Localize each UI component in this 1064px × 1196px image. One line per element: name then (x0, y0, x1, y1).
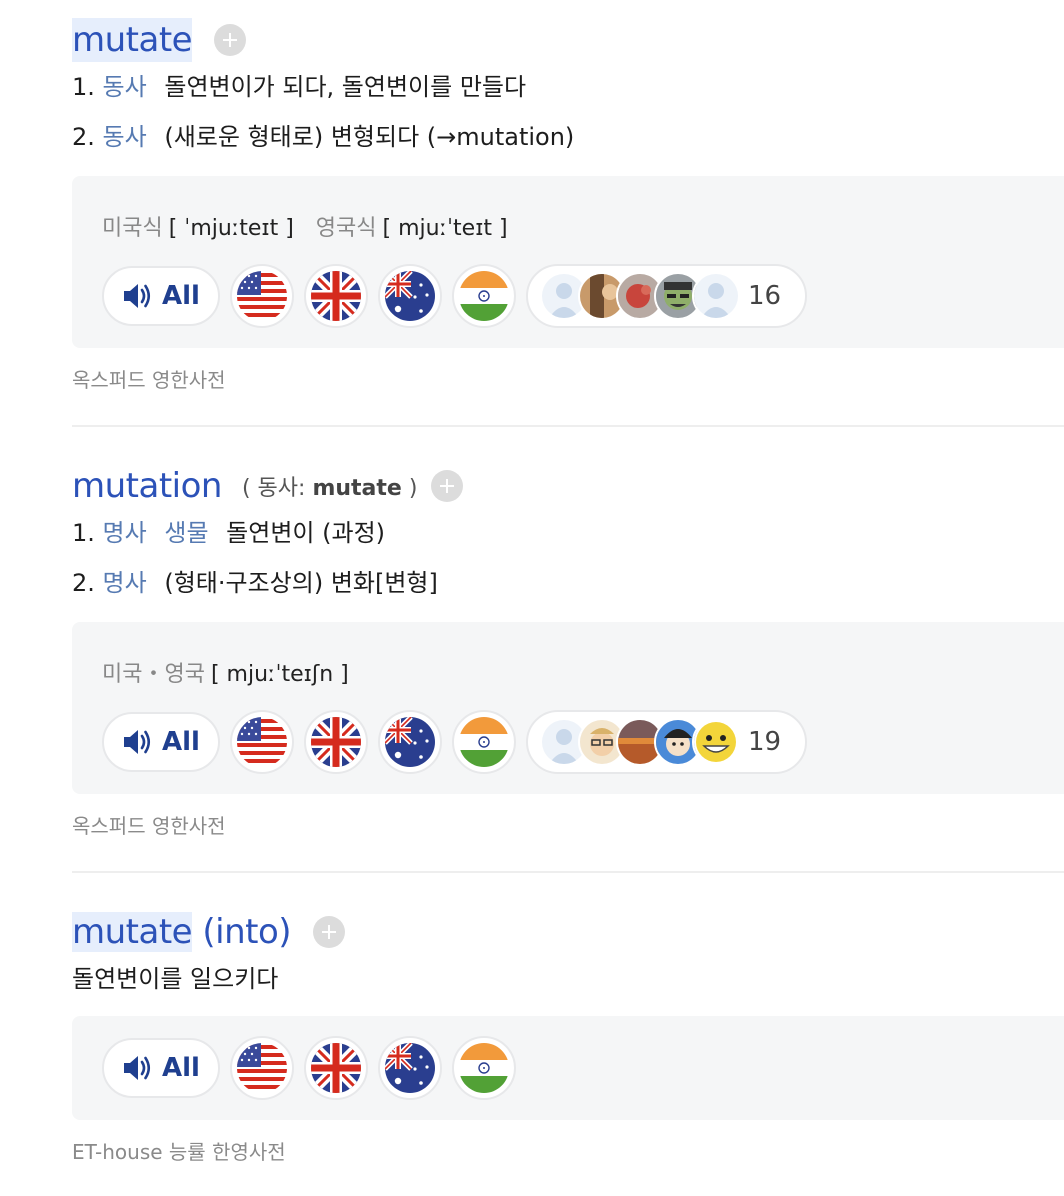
plus-icon[interactable] (214, 24, 247, 56)
part-of-speech: 명사 (102, 519, 147, 547)
dictionary-source: 옥스퍼드 영한사전 (72, 814, 226, 838)
pronunciation-line: 미국・영국[ mjuːˈteɪʃn ] (102, 656, 349, 688)
dictionary-source: ET-house 능률 한영사전 (72, 1140, 286, 1164)
part-of-speech: 명사 (102, 569, 147, 597)
audio-buttons: All 16 (102, 264, 808, 328)
us-ipa: [ ˈmjuːteɪt ] (168, 216, 294, 241)
uk-audio-button[interactable] (304, 264, 368, 328)
uk-audio-button[interactable] (304, 710, 368, 774)
related-close: ) (408, 476, 418, 501)
divider (72, 871, 1064, 873)
dictionary-entry: mutate 1. 동사 돌연변이가 되다, 돌연변이를 만들다 2. 동사 (… (72, 18, 1064, 162)
meaning-line: 1. 명사 생물 돌연변이 (과정) (72, 508, 1064, 558)
pronunciation-box: 미국・영국[ mjuːˈteɪʃn ] All 19 (72, 622, 1064, 794)
in-flag-icon (459, 717, 509, 767)
us-audio-button[interactable] (230, 264, 294, 328)
us-audio-button[interactable] (230, 710, 294, 774)
in-audio-button[interactable] (452, 710, 516, 774)
user-recordings-button[interactable]: 19 (526, 710, 808, 774)
au-audio-button[interactable] (378, 710, 442, 774)
audio-buttons: All (102, 1036, 516, 1100)
divider (72, 425, 1064, 427)
uk-flag-icon (311, 271, 361, 321)
meaning-line: 2. 명사 (형태·구조상의) 변화[변형] (72, 558, 1064, 608)
headword-highlight: mutate (72, 912, 193, 952)
uk-audio-button[interactable] (304, 1036, 368, 1100)
dictionary-entry: mutate (into) 돌연변이를 일으키다 (72, 910, 1064, 1004)
meaning-text: 돌연변이를 일으키다 (72, 965, 279, 993)
uk-ipa: [ mjuːˈteɪt ] (382, 216, 508, 241)
headword-link[interactable]: mutate (72, 18, 193, 62)
part-of-speech: 동사 (102, 73, 147, 101)
pronunciation-line: 미국식[ ˈmjuːteɪt ] 영국식[ mjuːˈteɪt ] (102, 210, 508, 242)
related-form: ( 동사: mutate ) (242, 470, 417, 502)
meaning-text: 돌연변이 (과정) (226, 519, 386, 547)
meaning-line: 돌연변이를 일으키다 (72, 954, 1064, 1004)
meaning-text: (새로운 형태로) 변형되다 (→mutation) (164, 123, 575, 151)
in-audio-button[interactable] (452, 264, 516, 328)
headword-suffix: (into) (192, 912, 292, 952)
au-flag-icon (385, 717, 435, 767)
speaker-icon (122, 728, 151, 756)
avatar (692, 718, 740, 766)
uk-flag-icon (311, 1043, 361, 1093)
user-count: 19 (748, 727, 782, 757)
play-all-button[interactable]: All (102, 1038, 220, 1098)
plus-icon[interactable] (431, 470, 464, 502)
us-label: 미국식 (102, 216, 163, 241)
meaning-number: 2. (72, 123, 95, 151)
play-all-label: All (162, 281, 200, 311)
us-flag-icon (237, 1043, 287, 1093)
meaning-number: 2. (72, 569, 95, 597)
in-flag-icon (459, 1043, 509, 1093)
dictionary-source: 옥스퍼드 영한사전 (72, 368, 226, 392)
user-recordings-button[interactable]: 16 (526, 264, 808, 328)
meaning-line: 2. 동사 (새로운 형태로) 변형되다 (→mutation) (72, 112, 1064, 162)
us-flag-icon (237, 717, 287, 767)
part-of-speech: 동사 (102, 123, 147, 151)
plus-icon[interactable] (313, 916, 346, 948)
user-count: 16 (748, 281, 782, 311)
au-flag-icon (385, 1043, 435, 1093)
play-all-button[interactable]: All (102, 712, 220, 772)
uk-flag-icon (311, 717, 361, 767)
in-audio-button[interactable] (452, 1036, 516, 1100)
in-flag-icon (459, 271, 509, 321)
meaning-line: 1. 동사 돌연변이가 되다, 돌연변이를 만들다 (72, 62, 1064, 112)
meaning-number: 1. (72, 519, 95, 547)
us-flag-icon (237, 271, 287, 321)
ipa: [ mjuːˈteɪʃn ] (210, 662, 349, 687)
au-audio-button[interactable] (378, 264, 442, 328)
meaning-number: 1. (72, 73, 95, 101)
avatar (692, 272, 740, 320)
play-all-label: All (162, 727, 200, 757)
pronunciation-box: 미국식[ ˈmjuːteɪt ] 영국식[ mjuːˈteɪt ] All 16 (72, 176, 1064, 348)
us-audio-button[interactable] (230, 1036, 294, 1100)
headword-link[interactable]: mutate (into) (72, 910, 292, 954)
au-audio-button[interactable] (378, 1036, 442, 1100)
play-all-button[interactable]: All (102, 266, 220, 326)
related-word-link[interactable]: mutate (312, 476, 401, 501)
subject-field: 생물 (164, 519, 209, 547)
play-all-label: All (162, 1053, 200, 1083)
dictionary-entry: mutation ( 동사: mutate ) 1. 명사 생물 돌연변이 (과… (72, 464, 1064, 608)
pron-label: 미국・영국 (102, 662, 205, 687)
au-flag-icon (385, 271, 435, 321)
related-label: ( 동사: (241, 476, 306, 501)
headword-link[interactable]: mutation (72, 464, 222, 508)
audio-buttons: All 19 (102, 710, 808, 774)
meaning-text: 돌연변이가 되다, 돌연변이를 만들다 (164, 73, 527, 101)
pronunciation-box: All (72, 1016, 1064, 1120)
meaning-text: (형태·구조상의) 변화[변형] (164, 569, 438, 597)
uk-label: 영국식 (315, 216, 377, 241)
speaker-icon (122, 1054, 151, 1082)
speaker-icon (122, 282, 151, 310)
